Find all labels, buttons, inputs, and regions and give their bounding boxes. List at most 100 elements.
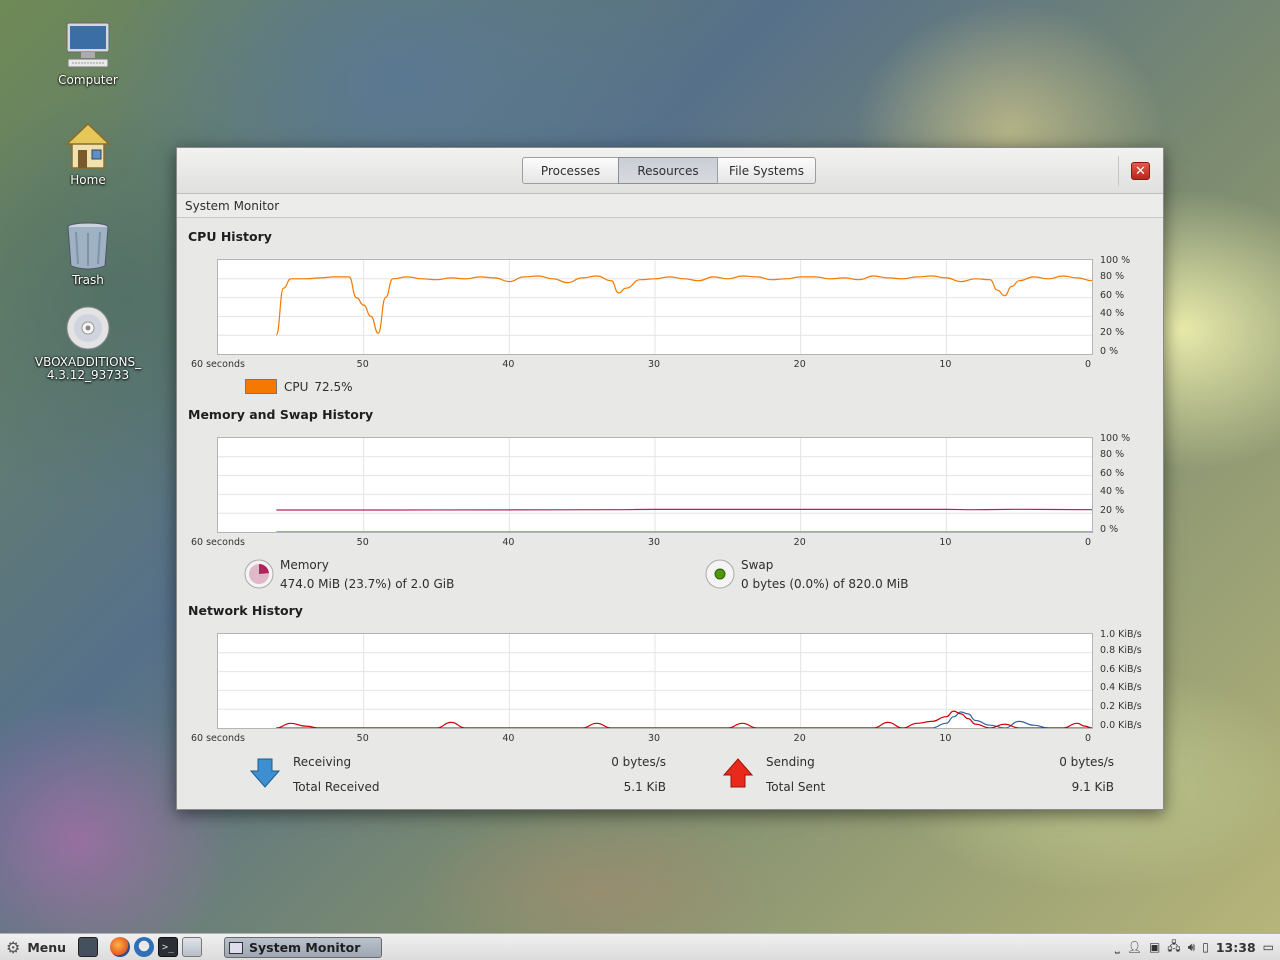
cpu-color-swatch[interactable] — [245, 379, 277, 394]
resources-panel: CPU History CPU 72.5% Memory and Swap Hi… — [177, 219, 1163, 809]
desktop-icon-label: Home — [70, 173, 106, 187]
sending-label: Sending — [766, 755, 815, 769]
files-icon[interactable] — [182, 937, 203, 957]
y-tick-label: 100 % — [1100, 255, 1131, 266]
x-tick-label: 60 seconds — [191, 733, 245, 744]
tab-file-systems[interactable]: File Systems — [717, 157, 816, 184]
terminal-icon[interactable]: >_ — [158, 937, 179, 957]
y-tick-label: 60 % — [1100, 289, 1125, 301]
sending-arrow-icon[interactable] — [722, 757, 754, 792]
memory-legend-value: 474.0 MiB (23.7%) of 2.0 GiB — [280, 577, 455, 591]
desktop-icon-home[interactable]: Home — [33, 122, 143, 187]
y-tick-label: 0.8 KiB/s — [1100, 644, 1142, 656]
thunderbird-icon[interactable] — [134, 937, 155, 957]
gear-icon: ⚙ — [6, 937, 21, 957]
x-tick-label: 40 — [502, 537, 515, 548]
trash-icon — [64, 222, 112, 270]
swap-legend: Swap 0 bytes (0.0%) of 820.0 MiB — [704, 558, 908, 591]
cpu-legend: CPU 72.5% — [245, 379, 353, 394]
close-icon: ✕ — [1135, 163, 1146, 179]
desktop-icon-label: Trash — [72, 273, 104, 287]
titlebar-separator — [1118, 156, 1119, 186]
taskbar-task-system-monitor[interactable]: System Monitor — [224, 937, 382, 958]
keyboard-icon[interactable]: ⎵ — [1115, 940, 1120, 955]
cpu-section-title: CPU History — [188, 229, 272, 244]
x-tick-label: 60 seconds — [191, 359, 245, 370]
x-tick-label: 0 — [1085, 537, 1092, 548]
firefox-icon[interactable] — [110, 937, 131, 957]
x-tick-label: 10 — [939, 537, 952, 548]
user-icon[interactable]: 👤︎ — [1127, 940, 1142, 954]
view-tabs: Processes Resources File Systems — [522, 157, 816, 184]
desktop-icon-trash[interactable]: Trash — [33, 222, 143, 287]
y-tick-label: 40 % — [1100, 486, 1125, 498]
close-button[interactable]: ✕ — [1131, 162, 1150, 180]
y-tick-label: 60 % — [1100, 467, 1125, 479]
receiving-arrow-icon[interactable] — [249, 757, 281, 792]
tab-resources[interactable]: Resources — [618, 157, 718, 184]
task-label: System Monitor — [249, 940, 361, 955]
system-monitor-window: Processes Resources File Systems ✕ Syste… — [176, 147, 1164, 810]
desktop-icon-computer[interactable]: Computer — [33, 22, 143, 87]
x-tick-label: 20 — [793, 537, 806, 548]
network-history-graph — [217, 633, 1093, 729]
battery-icon[interactable]: ▯ — [1202, 940, 1209, 954]
desktop-icon-vboxadditions[interactable]: VBOXADDITIONS_ 4.3.12_93733 — [33, 304, 143, 382]
system-tray: ⎵ 👤︎ ▣ 🖧︎ 🔊︎ ▯ 13:38 ▭ — [1108, 934, 1280, 960]
x-tick-label: 30 — [648, 359, 661, 370]
home-icon — [64, 122, 112, 170]
y-tick-label: 40 % — [1100, 308, 1125, 320]
sending-value: 0 bytes/s — [1059, 755, 1114, 769]
network-icon[interactable]: 🖧︎ — [1167, 937, 1180, 958]
window-icon — [229, 941, 243, 954]
receiving-value: 0 bytes/s — [611, 755, 666, 769]
clock[interactable]: 13:38 — [1216, 940, 1256, 955]
series-line-receiving — [276, 711, 1092, 728]
tab-processes[interactable]: Processes — [522, 157, 619, 184]
y-tick-label: 0.6 KiB/s — [1100, 663, 1142, 675]
receiving-label: Receiving — [293, 755, 352, 769]
x-tick-label: 0 — [1085, 359, 1092, 370]
cpu-history-svg — [218, 260, 1092, 354]
total-sent-value: 9.1 KiB — [1071, 780, 1114, 794]
x-tick-label: 0 — [1085, 733, 1092, 744]
y-tick-label: 0.4 KiB/s — [1100, 682, 1142, 694]
x-tick-label: 60 seconds — [191, 537, 245, 548]
cd-icon — [64, 304, 112, 352]
series-line-memory — [276, 508, 1092, 511]
x-tick-label: 30 — [648, 537, 661, 548]
x-tick-label: 30 — [648, 733, 661, 744]
series-line-cpu — [275, 275, 1092, 336]
y-tick-label: 0.2 KiB/s — [1100, 701, 1142, 713]
x-tick-label: 50 — [356, 537, 369, 548]
menu-button[interactable]: ⚙ Menu — [0, 938, 66, 957]
x-tick-label: 50 — [356, 359, 369, 370]
computer-icon — [64, 22, 112, 70]
y-tick-label: 100 % — [1100, 433, 1131, 444]
x-tick-label: 40 — [502, 359, 515, 370]
menu-label: Menu — [27, 939, 67, 955]
removable-drive-icon[interactable]: ▣ — [1149, 940, 1160, 954]
window-titlebar[interactable]: Processes Resources File Systems ✕ — [177, 148, 1163, 194]
window-subtitle: System Monitor — [177, 194, 1163, 218]
y-tick-label: 0 % — [1100, 524, 1119, 535]
memory-pie-icon[interactable] — [243, 558, 275, 590]
y-tick-label: 0.0 KiB/s — [1100, 720, 1142, 731]
cpu-history-graph — [217, 259, 1093, 355]
total-sent-label: Total Sent — [766, 780, 826, 794]
swap-pie-icon[interactable] — [704, 558, 736, 590]
desktop-icon-label: Computer — [58, 73, 118, 87]
network-history-svg — [218, 634, 1092, 728]
memory-legend: Memory 474.0 MiB (23.7%) of 2.0 GiB — [243, 558, 454, 591]
y-tick-label: 80 % — [1100, 270, 1125, 282]
x-tick-label: 10 — [939, 733, 952, 744]
x-tick-label: 40 — [502, 733, 515, 744]
network-section-title: Network History — [188, 603, 303, 618]
volume-icon[interactable]: 🔊︎ — [1188, 940, 1196, 955]
x-tick-label: 10 — [939, 359, 952, 370]
swap-legend-value: 0 bytes (0.0%) of 820.0 MiB — [741, 577, 909, 591]
show-desktop-icon[interactable] — [78, 937, 99, 957]
y-tick-label: 20 % — [1100, 327, 1125, 339]
workspace-icon[interactable]: ▭ — [1263, 940, 1274, 954]
memory-legend-label: Memory — [280, 558, 329, 572]
